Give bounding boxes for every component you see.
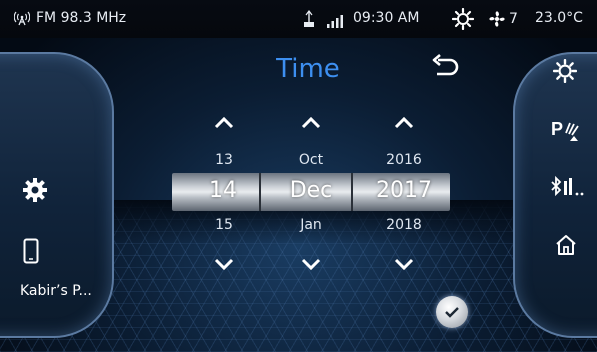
gear-icon: [23, 178, 47, 202]
parking-sensor-button[interactable]: P: [550, 116, 582, 144]
day-next-value[interactable]: 15: [184, 217, 264, 233]
day-prev-value[interactable]: 13: [184, 152, 264, 168]
bluetooth-button[interactable]: [548, 173, 586, 201]
day-down-arrow-icon[interactable]: [213, 257, 235, 271]
year-next-value[interactable]: 2018: [364, 217, 444, 233]
radio-signal-icon: [14, 11, 30, 26]
home-icon: [556, 235, 576, 255]
checkmark-icon: [445, 307, 459, 318]
settings-button[interactable]: [20, 175, 50, 205]
year-down-arrow-icon[interactable]: [393, 257, 415, 271]
clock-time: 09:30 AM: [353, 10, 420, 26]
month-next-value[interactable]: Jan: [271, 217, 351, 233]
climate-button[interactable]: [552, 58, 578, 84]
month-prev-value[interactable]: Oct: [271, 152, 351, 168]
ac-icon: [553, 59, 577, 83]
back-arrow-icon: [432, 54, 459, 76]
temperature-value: 23.0°C: [535, 10, 583, 26]
svg-text:P: P: [551, 119, 563, 139]
usb-icon: [304, 10, 314, 27]
parking-sensor-icon: P: [551, 119, 579, 141]
fan-icon: [489, 11, 505, 27]
signal-bars-icon: [327, 15, 343, 28]
radio-station-label: FM 98.3 MHz: [36, 10, 127, 26]
status-bar: FM 98.3 MHz 09:30 AM 7 23.0°C: [0, 0, 597, 38]
radio-status[interactable]: FM 98.3 MHz: [14, 10, 126, 26]
year-selected-value[interactable]: 2017: [359, 178, 449, 203]
phone-button[interactable]: [22, 236, 40, 266]
day-up-arrow-icon[interactable]: [213, 116, 235, 130]
signal-status: [326, 14, 346, 28]
year-prev-value[interactable]: 2016: [364, 152, 444, 168]
ac-icon: [452, 8, 474, 30]
page-title: Time: [276, 54, 340, 84]
fan-speed: 7: [509, 11, 518, 27]
fan-status[interactable]: 7: [487, 9, 518, 29]
ac-status[interactable]: [452, 8, 474, 30]
day-selected-value[interactable]: 14: [178, 178, 268, 203]
paired-phone-name: Kabir’s P...: [20, 283, 92, 299]
month-down-arrow-icon[interactable]: [300, 257, 322, 271]
phone-icon: [23, 238, 39, 264]
month-up-arrow-icon[interactable]: [300, 116, 322, 130]
clock[interactable]: 09:30 AM: [353, 10, 419, 26]
month-selected-value[interactable]: Dec: [266, 178, 356, 203]
usb-status: [302, 10, 316, 28]
confirm-button[interactable]: [436, 296, 468, 328]
time-settings-screen: FM 98.3 MHz 09:30 AM 7 23.0°C Kabir’s P.…: [0, 0, 597, 352]
home-button[interactable]: [553, 232, 579, 258]
back-button[interactable]: [428, 54, 460, 82]
year-up-arrow-icon[interactable]: [393, 116, 415, 130]
temperature-status[interactable]: 23.0°C: [535, 10, 583, 26]
bluetooth-icon: [551, 175, 584, 197]
